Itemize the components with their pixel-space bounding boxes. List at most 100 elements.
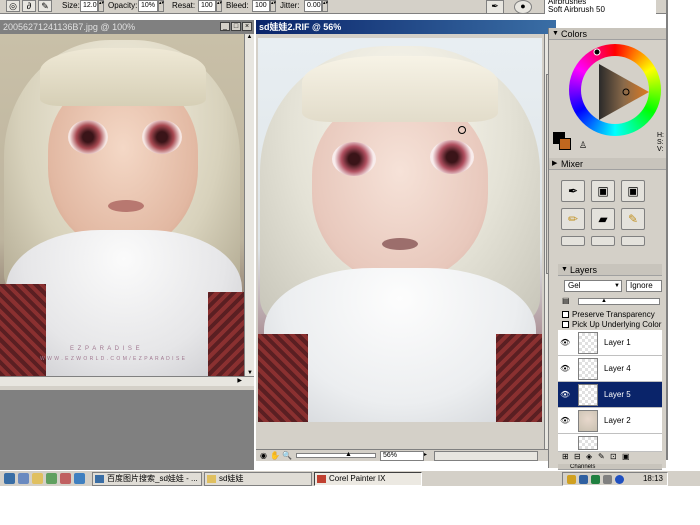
messenger-icon[interactable] <box>615 475 624 484</box>
layer-opacity-icon: ▤ <box>562 296 570 305</box>
task-label: sd娃娃 <box>219 474 244 483</box>
pastel-tool-icon[interactable] <box>591 236 615 246</box>
grabber-icon[interactable]: ✋ <box>270 451 280 460</box>
clock[interactable]: 18:13 <box>643 474 663 483</box>
layer-command-icon[interactable]: ◈ <box>586 452 592 461</box>
brush-tool-icon[interactable]: ✒ <box>561 180 585 202</box>
folder-icon[interactable] <box>32 473 43 484</box>
reference-horizontal-scrollbar[interactable]: ▶ <box>0 376 254 386</box>
painting-window-titlebar[interactable]: sd娃娃2.RIF @ 56% <box>256 20 556 34</box>
size-field[interactable]: 12.0 <box>80 0 98 12</box>
brush-selector-icon[interactable]: ✒ <box>486 0 504 14</box>
zoom-slider[interactable]: ▲ <box>296 451 376 458</box>
brush-shape-icon[interactable]: ◎ <box>6 0 20 12</box>
painting-canvas[interactable] <box>258 38 542 422</box>
opacity-label: Opacity: <box>108 1 138 10</box>
visibility-eye-icon[interactable]: 👁 <box>560 390 570 399</box>
preserve-transparency-checkbox[interactable]: Preserve Transparency <box>562 310 655 319</box>
brush-stroke-icon[interactable]: ∂ <box>22 0 36 12</box>
pencil-tool-icon[interactable]: ✏ <box>561 208 585 230</box>
camera-tool-icon[interactable]: ▣ <box>591 180 615 202</box>
colors-panel-header[interactable]: ▼ Colors <box>549 28 666 40</box>
pick-up-underlying-checkbox[interactable]: Pick Up Underlying Color <box>562 320 661 329</box>
visibility-eye-icon[interactable]: 👁 <box>560 416 570 425</box>
magnifier-icon[interactable]: 🔍 <box>282 451 292 460</box>
visibility-eye-icon[interactable]: 👁 <box>560 364 570 373</box>
mixer-panel-header[interactable]: ▶ Mixer <box>549 158 666 170</box>
hue-ring[interactable] <box>569 44 661 136</box>
jitter-field[interactable]: 0.00 <box>304 0 322 12</box>
desktop-icon[interactable] <box>18 473 29 484</box>
reference-vertical-scrollbar[interactable]: ▲ ▼ <box>244 34 254 376</box>
zoom-spinner[interactable]: ▸ <box>424 451 430 461</box>
saturation-value-triangle[interactable] <box>569 44 661 136</box>
app-icon[interactable] <box>46 473 57 484</box>
layer-name: Layer 1 <box>604 338 631 347</box>
tray-app-icon[interactable] <box>603 475 612 484</box>
brush-variant: Soft Airbrush 50 <box>548 5 605 14</box>
bleed-field[interactable]: 100 <box>252 0 270 12</box>
ie-icon[interactable] <box>4 473 15 484</box>
size-spinner[interactable]: ▴▾ <box>98 0 104 12</box>
painting-horizontal-scrollbar[interactable] <box>434 451 538 461</box>
layer-row[interactable]: 👁 Layer 2 <box>558 408 662 434</box>
navigator-icon[interactable]: ◉ <box>260 451 267 460</box>
reference-window-controls: _ □ × <box>220 22 252 31</box>
tray-app-icon[interactable] <box>591 475 600 484</box>
watermark-line2: W W W . E Z W O R L D . C O M / E Z P A … <box>40 356 186 362</box>
reference-photo: E Z P A R A D I S E W W W . E Z W O R L … <box>0 34 244 376</box>
resat-spinner[interactable]: ▴▾ <box>216 0 222 12</box>
bleed-spinner[interactable]: ▴▾ <box>270 0 276 12</box>
airbrush-tool-icon[interactable] <box>561 236 585 246</box>
layer-row[interactable]: 👁 Layer 1 <box>558 330 662 356</box>
delete-layer-icon[interactable]: ▣ <box>622 452 630 461</box>
layer-row-selected[interactable]: 👁 Layer 5 <box>558 382 662 408</box>
visibility-eye-icon[interactable]: 👁 <box>560 338 570 347</box>
pick-up-underlying-label: Pick Up Underlying Color <box>572 320 662 329</box>
close-button[interactable]: × <box>242 22 252 31</box>
layers-panel-header[interactable]: ▼ Layers <box>558 264 662 276</box>
layer-name: Layer 2 <box>604 416 631 425</box>
marker-tool-icon[interactable]: ▰ <box>591 208 615 230</box>
taskbar: 百度图片搜索_sd娃娃 - ... sd娃娃 Corel Painter IX … <box>0 470 700 486</box>
layer-name: Layer 5 <box>604 390 631 399</box>
composite-method-select[interactable]: Gel ▼ <box>564 280 622 292</box>
layers-panel-title: Layers <box>570 265 598 275</box>
jitter-label: Jitter: <box>280 1 300 10</box>
primary-color-swatch[interactable] <box>559 138 571 150</box>
layer-row[interactable]: 👁 Layer 4 <box>558 356 662 382</box>
opacity-spinner[interactable]: ▴▾ <box>158 0 164 12</box>
volume-icon[interactable] <box>567 475 576 484</box>
taskbar-item-browser[interactable]: 百度图片搜索_sd娃娃 - ... <box>92 472 202 486</box>
dab-preview-icon[interactable]: ● <box>514 0 532 14</box>
chalk-tool-icon[interactable] <box>621 236 645 246</box>
minimize-button[interactable]: _ <box>220 22 230 31</box>
maximize-button[interactable]: □ <box>231 22 241 31</box>
jitter-spinner[interactable]: ▴▾ <box>322 0 328 12</box>
taskbar-item-painter[interactable]: Corel Painter IX <box>314 472 422 486</box>
layers-panel: ▼ Layers Gel ▼ Ignore ▤ ▲ Preserve Trans… <box>558 264 662 464</box>
resat-field[interactable]: 100 <box>198 0 216 12</box>
layer-command-icon[interactable]: ⊟ <box>574 452 581 461</box>
app-icon[interactable] <box>60 473 71 484</box>
layer-thumbnail <box>578 384 598 406</box>
system-tray: 18:13 <box>562 472 668 486</box>
network-icon[interactable] <box>579 475 588 484</box>
taskbar-item-folder[interactable]: sd娃娃 <box>204 472 312 486</box>
crayon-tool-icon[interactable]: ✎ <box>621 208 645 230</box>
layer-opacity-slider[interactable]: ▲ <box>578 298 660 305</box>
opacity-field[interactable]: 10% <box>138 0 158 12</box>
ignore-select[interactable]: Ignore <box>626 280 662 292</box>
layer-command-icon[interactable]: ⊞ <box>562 452 569 461</box>
brush-dab-icon[interactable]: ✎ <box>38 0 52 12</box>
brush-selector[interactable]: Airbrushes Soft Airbrush 50 <box>544 0 656 14</box>
layer-row[interactable] <box>558 434 662 452</box>
reference-window-titlebar[interactable]: 20056271241136B7.jpg @ 100% <box>0 20 254 34</box>
clone-color-icon[interactable]: ♙ <box>579 140 587 151</box>
app-icon[interactable] <box>74 473 85 484</box>
camera2-tool-icon[interactable]: ▣ <box>621 180 645 202</box>
zoom-field[interactable]: 56% <box>380 451 424 461</box>
layer-command-icon[interactable]: ✎ <box>598 452 605 461</box>
layer-thumbnail <box>578 332 598 354</box>
layer-command-icon[interactable]: ⊡ <box>610 452 617 461</box>
